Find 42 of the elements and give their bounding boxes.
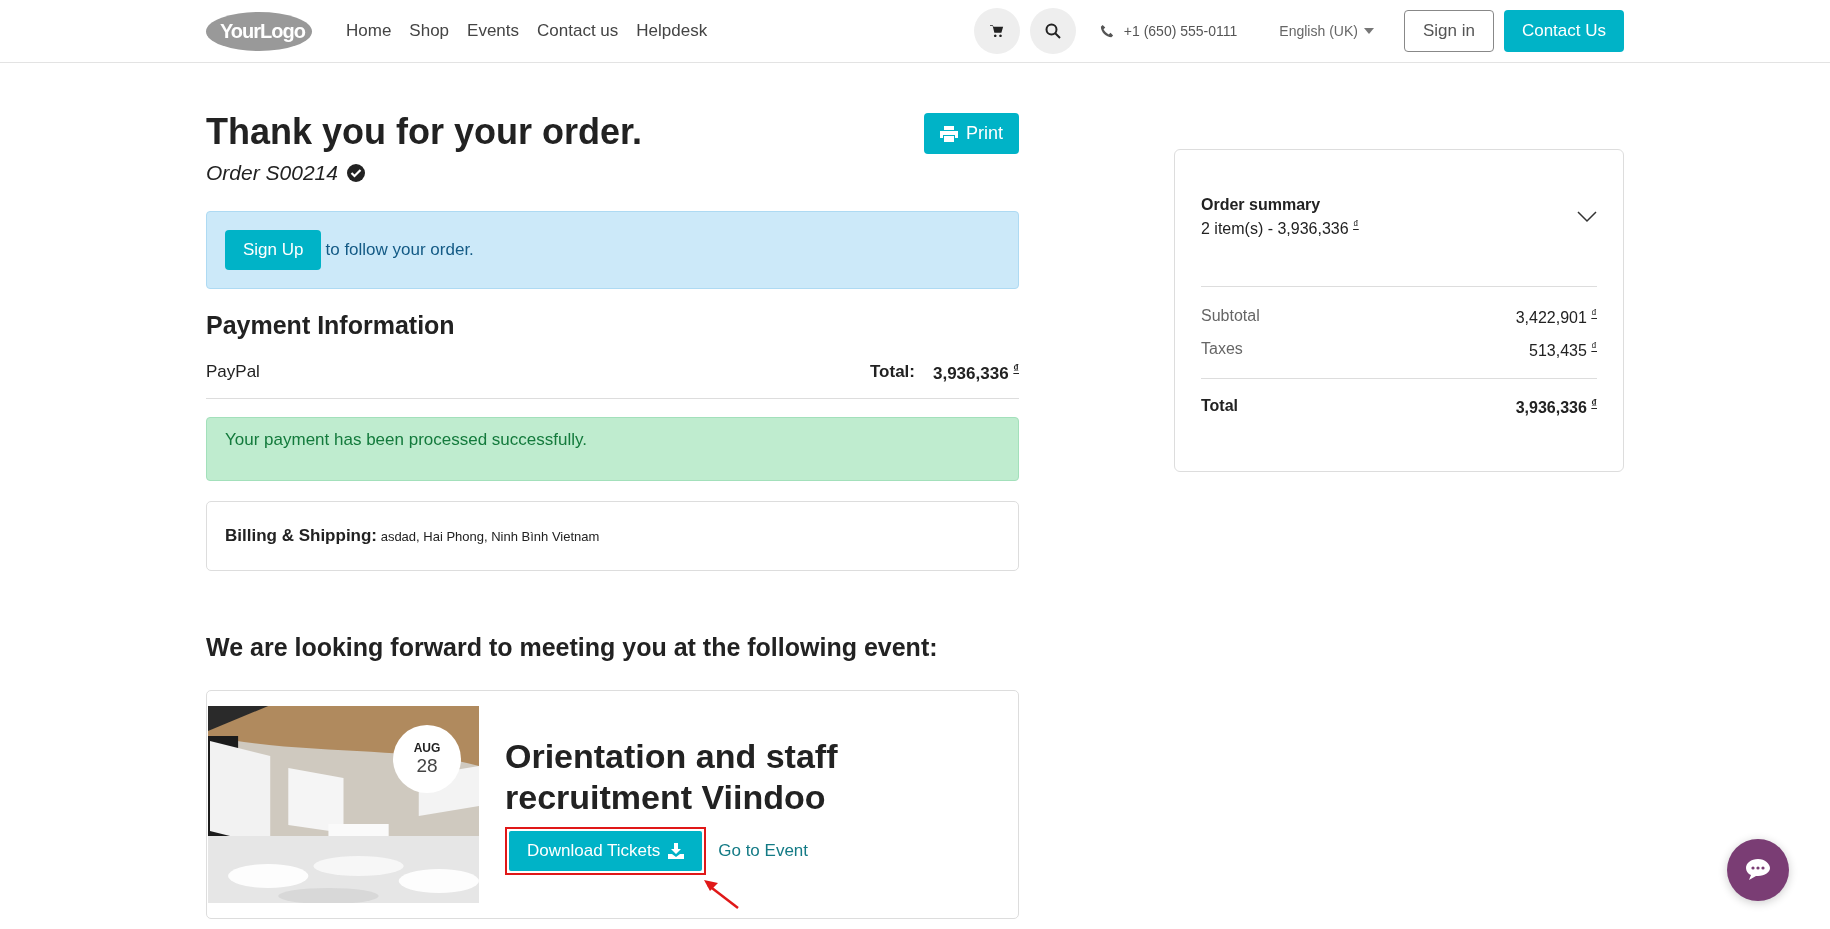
summary-amount: 3,422,901 $^{₫}$ (1515, 307, 1597, 328)
caret-icon (1363, 28, 1374, 34)
section-heading: We are looking forward to meeting you at the following event: (206, 632, 939, 662)
billing-text: Billing & Shipping: asdad, Hai Phong, Ninh Bình Vietnam (225, 528, 600, 544)
date-day: 28 (416, 754, 438, 777)
printer-icon (940, 125, 958, 142)
total-amount: 3,936,336 $^{₫}$ (933, 362, 1019, 384)
summary-amount: 513,435 $^{₫}$ (1529, 339, 1597, 360)
nav-link[interactable]: Shop (409, 21, 450, 41)
total-label: Total: (869, 362, 915, 383)
alert-text: to follow your order. (325, 240, 474, 260)
chat-button[interactable] (1727, 839, 1789, 901)
order-number: Order S00214 (206, 161, 338, 185)
date-month: AUG (413, 740, 441, 755)
nav-link[interactable]: Events (467, 21, 520, 41)
phone-icon (1099, 24, 1114, 38)
alert-text: Your payment has been processed successfully. (225, 429, 587, 449)
summary-items: 2 item(s) - 3,936,336 $^{₫}$ (1201, 218, 1359, 239)
summary-label: Subtotal (1201, 307, 1260, 327)
check-circle-icon (345, 163, 366, 183)
summary-amount: 3,936,336 $^{₫}$ (1515, 397, 1597, 418)
cart-icon (989, 24, 1004, 38)
summary-label: Total (1201, 397, 1239, 416)
nav-link[interactable]: Contact us (537, 21, 619, 41)
event-title: Orientation and staff recruitment Viindoo (505, 735, 839, 819)
nav-link[interactable]: Helpdesk (636, 21, 708, 41)
chevron-icon[interactable] (1577, 211, 1597, 224)
chat-icon (1745, 858, 1771, 882)
phone-number: +1 (650) 555-0111 (1123, 23, 1238, 39)
nav-link[interactable]: Home (346, 21, 392, 41)
payment-method: PayPal (206, 362, 260, 383)
summary-title: Order summary (1201, 196, 1322, 214)
search-icon (1044, 23, 1061, 39)
page-title: Thank you for your order. (206, 111, 643, 153)
summary-label: Taxes (1201, 339, 1243, 359)
go-to-event-link[interactable]: Go to Event (718, 840, 808, 861)
section-heading: Payment Information (206, 311, 456, 340)
cart-button[interactable] (973, 8, 1020, 54)
language-dropdown[interactable]: English (UK) (1273, 22, 1380, 40)
download-icon (668, 842, 685, 859)
search-button[interactable] (1029, 8, 1076, 54)
sign-in-button[interactable]: Sign in (1403, 10, 1494, 52)
